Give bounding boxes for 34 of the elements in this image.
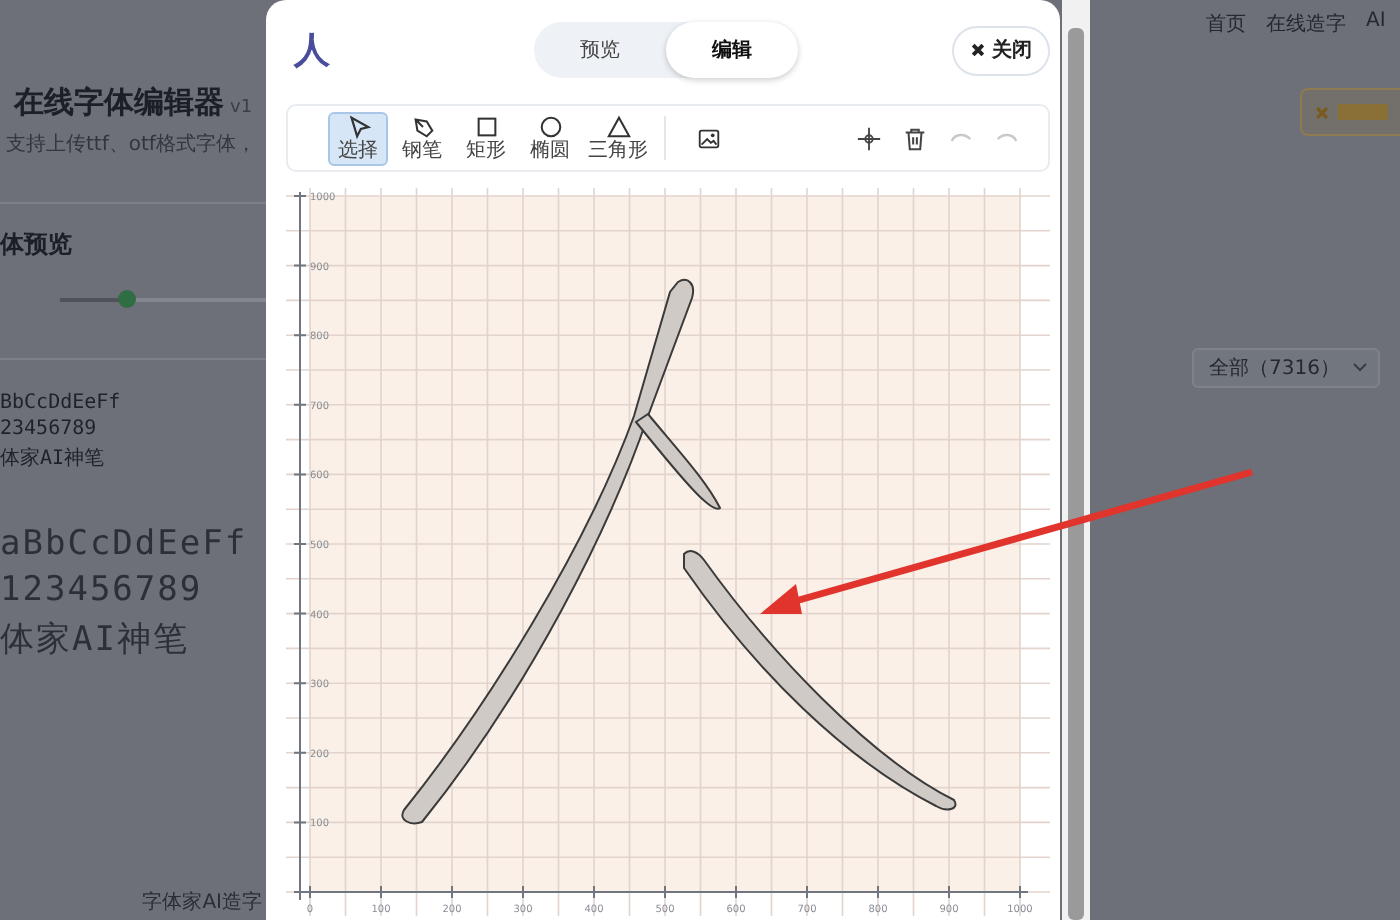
view-tab[interactable]: 预览	[534, 22, 666, 78]
crosshair-icon	[855, 125, 881, 151]
font-name-label: 字体家AI造字	[142, 889, 262, 916]
slider-thumb[interactable]	[117, 290, 136, 308]
export-button[interactable]	[1300, 88, 1400, 136]
sample-text: 123456789	[0, 570, 205, 610]
close-button[interactable]: 关闭	[952, 25, 1050, 75]
tool-button[interactable]: 椭圆	[520, 111, 580, 165]
app-logo: 人	[294, 28, 330, 74]
image-icon	[695, 125, 721, 151]
view-tab[interactable]: 编辑	[666, 22, 798, 78]
tool-button[interactable]: 钢笔	[392, 111, 452, 165]
triangle-icon	[605, 114, 631, 140]
tool-button[interactable]: 矩形	[456, 111, 516, 165]
square-icon	[473, 114, 499, 140]
page-subtitle: 支持上传ttf、otf格式字体，	[4, 131, 258, 158]
pointer-icon	[345, 114, 371, 140]
section-heading: 体预览	[0, 228, 74, 262]
trash-icon	[901, 125, 927, 151]
tool-button[interactable]: 三角形	[584, 111, 652, 165]
glyph-drawing[interactable]	[401, 279, 957, 825]
sample-text: 体家AI神笔	[0, 618, 191, 662]
close-icon	[970, 42, 986, 58]
sample-text: 体家AI神笔	[0, 445, 107, 472]
scrollbar[interactable]	[1062, 0, 1090, 920]
pen-icon	[409, 114, 435, 140]
tool-button[interactable]: 选择	[328, 111, 388, 165]
sample-text: aBbCcDdEeFf	[0, 524, 250, 564]
sample-text: 23456789	[0, 418, 99, 440]
page-title: 在线字体编辑器	[14, 84, 224, 122]
circle-icon	[537, 114, 563, 140]
sample-text: BbCcDdEeFf	[0, 392, 123, 414]
chevron-down-icon	[1352, 362, 1368, 374]
close-icon	[1314, 103, 1331, 121]
